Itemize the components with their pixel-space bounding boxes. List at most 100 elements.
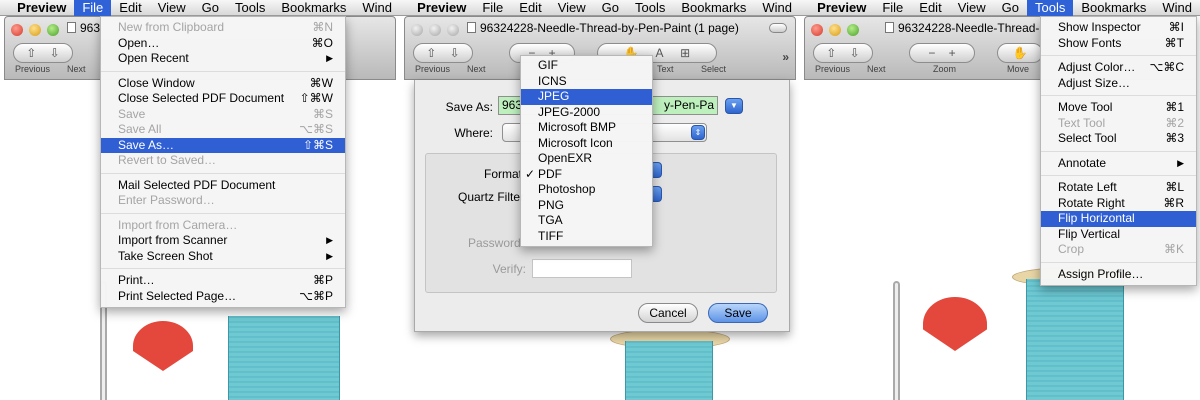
menu-item-label: Close Window	[118, 75, 195, 90]
file-menu-item-close-window[interactable]: Close Window ⌘W	[101, 76, 345, 92]
menu-view[interactable]: View	[550, 0, 594, 16]
zoom-window-button[interactable]	[47, 24, 59, 36]
file-menu-item-mail-selected-pdf-document[interactable]: Mail Selected PDF Document	[101, 178, 345, 194]
format-label: Format	[483, 167, 522, 181]
text-tool-icon[interactable]: A	[655, 46, 663, 60]
format-option-pdf[interactable]: ✓ PDF	[521, 167, 652, 183]
menu-bookmarks[interactable]: Bookmarks	[1073, 0, 1154, 16]
expand-dialog-button[interactable]: ▼	[725, 98, 743, 114]
file-menu-item-open[interactable]: Open… ⌘O	[101, 36, 345, 52]
format-option-openexr[interactable]: OpenEXR	[521, 151, 652, 167]
menu-tools[interactable]: Tools	[627, 0, 673, 16]
menu-tools[interactable]: Tools	[227, 0, 273, 16]
menu-go[interactable]: Go	[194, 0, 227, 16]
tools-menu-item-flip-horizontal[interactable]: Flip Horizontal	[1041, 211, 1196, 227]
menu-file[interactable]: File	[474, 0, 511, 16]
menu-separator	[1041, 150, 1196, 152]
menu-bookmarks[interactable]: Bookmarks	[273, 0, 354, 16]
close-window-button[interactable]	[411, 24, 423, 36]
menu-edit[interactable]: Edit	[511, 0, 549, 16]
menu-edit[interactable]: Edit	[911, 0, 949, 16]
tools-menu-item-flip-vertical[interactable]: Flip Vertical	[1041, 227, 1196, 243]
toolbar-overflow-icon[interactable]: »	[782, 50, 789, 64]
down-arrow-icon[interactable]: ⇩	[50, 46, 60, 60]
format-option-png[interactable]: PNG	[521, 198, 652, 214]
menu-preview[interactable]: Preview	[409, 0, 474, 16]
menu-file[interactable]: File	[874, 0, 911, 16]
save-button[interactable]: Save	[708, 303, 768, 323]
file-menu-item-import-from-scanner[interactable]: Import from Scanner ▶	[101, 233, 345, 249]
zoom-out-icon[interactable]: −	[928, 46, 935, 60]
format-option-microsoft-bmp[interactable]: Microsoft BMP	[521, 120, 652, 136]
zoom-buttons[interactable]: − +	[909, 43, 975, 63]
format-option-jpeg[interactable]: JPEG	[521, 89, 652, 105]
verify-field[interactable]	[532, 259, 632, 278]
cancel-button[interactable]: Cancel	[638, 303, 698, 323]
select-label: Select	[701, 64, 727, 74]
hand-icon[interactable]: ✋	[1013, 46, 1028, 60]
file-menu-item-print-selected-page[interactable]: Print Selected Page… ⌥⌘P	[101, 289, 345, 305]
menu-go[interactable]: Go	[994, 0, 1027, 16]
window-title: 96324228-Needle-Thread-	[885, 21, 1045, 35]
file-menu-item-open-recent[interactable]: Open Recent ▶	[101, 51, 345, 67]
close-window-button[interactable]	[811, 24, 823, 36]
tools-menu-item-assign-profile[interactable]: Assign Profile…	[1041, 267, 1196, 283]
up-arrow-icon[interactable]: ⇧	[826, 46, 836, 60]
menu-item-label: Photoshop	[538, 182, 596, 196]
minimize-window-button[interactable]	[429, 24, 441, 36]
previous-label: Previous	[815, 64, 851, 74]
menu-preview[interactable]: Preview	[809, 0, 874, 16]
tools-menu-item-show-inspector[interactable]: Show Inspector ⌘I	[1041, 20, 1196, 36]
toolbar-toggle-button[interactable]	[769, 23, 787, 33]
format-option-photoshop[interactable]: Photoshop	[521, 182, 652, 198]
previous-next-buttons[interactable]: ⇧ ⇩	[13, 43, 73, 63]
previous-next-buttons[interactable]: ⇧ ⇩	[413, 43, 473, 63]
menu-view[interactable]: View	[150, 0, 194, 16]
file-menu-item-print[interactable]: Print… ⌘P	[101, 273, 345, 289]
down-arrow-icon[interactable]: ⇩	[850, 46, 860, 60]
tools-menu-item-adjust-size[interactable]: Adjust Size…	[1041, 76, 1196, 92]
menu-tools[interactable]: Tools	[1026, 0, 1074, 16]
file-menu-item-close-selected-pdf-document[interactable]: Close Selected PDF Document ⇧⌘W	[101, 91, 345, 107]
menu-bookmarks[interactable]: Bookmarks	[673, 0, 754, 16]
close-window-button[interactable]	[11, 24, 23, 36]
menu-item-label: Rotate Left	[1058, 180, 1117, 194]
menu-file[interactable]: File	[74, 0, 112, 16]
tools-menu-item-select-tool[interactable]: Select Tool ⌘3	[1041, 131, 1196, 147]
tools-menu-item-move-tool[interactable]: Move Tool ⌘1	[1041, 100, 1196, 116]
up-arrow-icon[interactable]: ⇧	[426, 46, 436, 60]
down-arrow-icon[interactable]: ⇩	[450, 46, 460, 60]
menu-go[interactable]: Go	[594, 0, 627, 16]
tools-menu-item-rotate-right[interactable]: Rotate Right ⌘R	[1041, 196, 1196, 212]
file-menu-item-save-as[interactable]: Save As… ⇧⌘S	[101, 137, 345, 153]
menu-bar: Preview File Edit View Go Tools Bookmark…	[800, 0, 1200, 16]
minimize-window-button[interactable]	[29, 24, 41, 36]
format-popup-menu: GIF ICNS JPEG JPEG-2000 Microsoft BMP Microso…	[520, 55, 653, 247]
where-popup-arrows-icon[interactable]: ⇕	[691, 125, 705, 140]
move-tool-button[interactable]: ✋	[997, 43, 1043, 63]
menu-window[interactable]: Wind	[354, 0, 400, 16]
format-option-tiff[interactable]: TIFF	[521, 229, 652, 245]
minimize-window-button[interactable]	[829, 24, 841, 36]
menu-window[interactable]: Wind	[1154, 0, 1200, 16]
menu-edit[interactable]: Edit	[111, 0, 149, 16]
tools-menu-item-adjust-color[interactable]: Adjust Color… ⌥⌘C	[1041, 60, 1196, 76]
menu-view[interactable]: View	[950, 0, 994, 16]
format-option-icns[interactable]: ICNS	[521, 74, 652, 90]
tools-menu-item-show-fonts[interactable]: Show Fonts ⌘T	[1041, 36, 1196, 52]
zoom-window-button[interactable]	[847, 24, 859, 36]
zoom-window-button[interactable]	[447, 24, 459, 36]
format-option-gif[interactable]: GIF	[521, 58, 652, 74]
menu-preview[interactable]: Preview	[9, 0, 74, 16]
tools-menu-item-annotate[interactable]: Annotate ▶	[1041, 156, 1196, 172]
format-option-jpeg-2000[interactable]: JPEG-2000	[521, 105, 652, 121]
format-option-tga[interactable]: TGA	[521, 213, 652, 229]
menu-window[interactable]: Wind	[754, 0, 800, 16]
up-arrow-icon[interactable]: ⇧	[26, 46, 36, 60]
zoom-in-icon[interactable]: +	[949, 46, 956, 60]
previous-next-buttons[interactable]: ⇧ ⇩	[813, 43, 873, 63]
file-menu-item-take-screen-shot[interactable]: Take Screen Shot ▶	[101, 249, 345, 265]
tools-menu-item-rotate-left[interactable]: Rotate Left ⌘L	[1041, 180, 1196, 196]
format-option-microsoft-icon[interactable]: Microsoft Icon	[521, 136, 652, 152]
select-tool-icon[interactable]: ⊞	[680, 46, 690, 60]
